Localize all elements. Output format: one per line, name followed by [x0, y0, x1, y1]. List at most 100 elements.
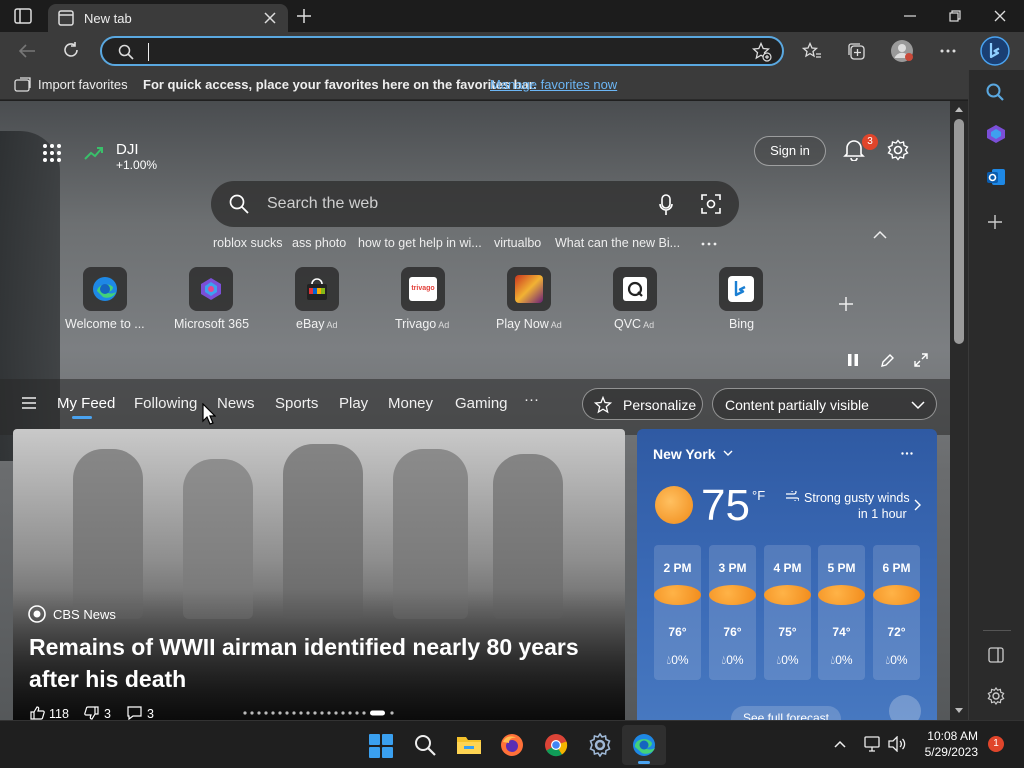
tab-news[interactable]: News	[217, 395, 255, 412]
weather-alert-line1[interactable]: Strong gusty winds	[804, 491, 910, 505]
search-suggestion[interactable]: how to get help in wi...	[358, 236, 482, 250]
more-options-icon[interactable]	[940, 49, 956, 53]
sidebar-microsoft-365-icon[interactable]	[986, 124, 1006, 144]
tab-gaming[interactable]: Gaming	[455, 395, 508, 412]
new-tab-plus-icon[interactable]	[296, 8, 312, 24]
quick-link-ebay[interactable]	[295, 267, 339, 311]
clock-time[interactable]: 10:08 AM	[926, 729, 978, 743]
hourly-forecast-4pm[interactable]: 4 PM 75° 💧︎0%	[764, 545, 811, 680]
search-suggestion[interactable]: virtualbo	[494, 236, 541, 250]
address-bar[interactable]	[100, 36, 784, 66]
tab-actions-icon[interactable]	[14, 8, 32, 24]
location-chevron-down-icon[interactable]	[723, 450, 733, 457]
favorites-icon[interactable]	[802, 42, 822, 60]
more-tabs-button[interactable]: ···	[524, 391, 539, 408]
clock-date[interactable]: 5/29/2023	[916, 745, 978, 759]
hourly-forecast-3pm[interactable]: 3 PM 76° 💧︎0%	[709, 545, 756, 680]
weather-location[interactable]: New York	[653, 446, 716, 462]
add-favorite-star-icon[interactable]	[752, 42, 772, 62]
quick-link-trivago[interactable]: trivago	[401, 267, 445, 311]
back-arrow-icon[interactable]	[18, 43, 36, 59]
chrome-icon[interactable]	[544, 733, 568, 757]
tab-money[interactable]: Money	[388, 395, 433, 412]
tab-my-feed[interactable]: My Feed	[57, 395, 115, 412]
scroll-down-arrow-icon[interactable]	[955, 708, 963, 713]
page-scrollbar[interactable]	[950, 101, 968, 720]
tab-sports[interactable]: Sports	[275, 395, 318, 412]
article-card[interactable]: CBS News Remains of WWII airman identifi…	[13, 429, 625, 720]
close-window-icon[interactable]	[994, 10, 1006, 22]
see-full-forecast-button[interactable]: See full forecast	[731, 706, 841, 720]
minimize-icon[interactable]	[904, 15, 916, 17]
file-explorer-icon[interactable]	[456, 734, 482, 756]
edit-background-icon[interactable]	[880, 353, 895, 368]
like-thumbs-up-icon[interactable]	[30, 706, 45, 720]
quick-link-qvc[interactable]	[613, 267, 657, 311]
weather-more-icon[interactable]	[901, 452, 913, 455]
quick-link-bing[interactable]	[719, 267, 763, 311]
more-suggestions-icon[interactable]	[701, 242, 717, 246]
personalize-button[interactable]: Personalize	[582, 388, 703, 420]
collapse-chevron-up-icon[interactable]	[873, 230, 887, 239]
hourly-forecast-6pm[interactable]: 6 PM 72° 💧︎0%	[873, 545, 920, 680]
volume-icon[interactable]	[888, 736, 906, 752]
sidebar-add-plus-icon[interactable]	[988, 215, 1002, 229]
search-suggestion[interactable]: roblox sucks	[213, 236, 282, 250]
network-icon[interactable]	[864, 736, 882, 752]
collections-icon[interactable]	[846, 41, 866, 61]
article-source[interactable]: CBS News	[53, 607, 116, 622]
search-suggestion[interactable]: ass photo	[292, 236, 346, 250]
tab-play[interactable]: Play	[339, 395, 368, 412]
sidebar-outlook-icon[interactable]	[986, 167, 1006, 187]
search-suggestion[interactable]: What can the new Bi...	[555, 236, 680, 250]
import-favorites-icon[interactable]	[14, 77, 32, 93]
settings-gear-icon[interactable]	[887, 139, 909, 161]
microphone-icon[interactable]	[659, 194, 673, 216]
refresh-icon[interactable]	[62, 41, 80, 59]
scrollbar-thumb[interactable]	[954, 119, 964, 344]
bing-copilot-icon[interactable]	[980, 36, 1010, 66]
profile-avatar-icon[interactable]	[890, 39, 914, 63]
chevron-right-icon[interactable]	[914, 499, 921, 511]
expand-icon[interactable]	[914, 353, 928, 367]
import-favorites-button[interactable]: Import favorites	[38, 77, 128, 92]
manage-favorites-link[interactable]: Manage favorites now	[490, 77, 617, 92]
taskbar-edge-active[interactable]	[622, 725, 666, 765]
comment-icon[interactable]	[127, 706, 142, 720]
notification-center-badge[interactable]: 1	[988, 736, 1004, 752]
stock-symbol[interactable]: DJI	[116, 141, 139, 158]
scroll-up-arrow-icon[interactable]	[955, 107, 963, 112]
hourly-forecast-5pm[interactable]: 5 PM 74° 💧︎0%	[818, 545, 865, 680]
firefox-icon[interactable]	[500, 733, 524, 757]
restore-icon[interactable]	[949, 10, 961, 22]
show-hidden-icons-chevron[interactable]	[834, 740, 846, 748]
settings-app-icon[interactable]	[588, 733, 612, 757]
tab-new-tab[interactable]: New tab	[48, 4, 288, 32]
visual-search-icon[interactable]	[701, 194, 721, 214]
quick-link-microsoft-365[interactable]	[189, 267, 233, 311]
temperature-unit[interactable]: °F	[752, 488, 765, 503]
web-search-box[interactable]: Search the web	[211, 181, 739, 227]
weather-alert-line2[interactable]: in 1 hour	[858, 507, 907, 521]
taskbar-search-icon[interactable]	[414, 734, 436, 756]
sidebar-settings-gear-icon[interactable]	[987, 687, 1005, 705]
pause-background-icon[interactable]	[847, 353, 859, 367]
feedback-avatar-icon[interactable]	[889, 695, 921, 720]
dislike-thumbs-down-icon[interactable]	[84, 706, 99, 720]
tab-following[interactable]: Following	[134, 395, 197, 412]
hourly-forecast-2pm[interactable]: 2 PM 76° 💧︎0%	[654, 545, 701, 680]
carousel-dots[interactable]	[240, 709, 400, 717]
sidebar-search-icon[interactable]	[986, 83, 1004, 101]
add-shortcut-plus-icon[interactable]	[838, 296, 854, 312]
article-headline[interactable]: Remains of WWII airman identified nearly…	[29, 631, 609, 695]
content-visibility-dropdown[interactable]: Content partially visible	[712, 388, 937, 420]
app-launcher-icon[interactable]	[42, 143, 62, 163]
quick-link-welcome[interactable]	[83, 267, 127, 311]
feed-menu-hamburger-icon[interactable]	[22, 397, 36, 409]
web-search-input[interactable]: Search the web	[267, 195, 378, 213]
quick-link-play-now[interactable]	[507, 267, 551, 311]
windows-start-icon[interactable]	[369, 734, 393, 758]
close-tab-icon[interactable]	[264, 12, 276, 24]
hide-sidebar-icon[interactable]	[988, 647, 1004, 663]
sign-in-button[interactable]: Sign in	[754, 136, 826, 166]
